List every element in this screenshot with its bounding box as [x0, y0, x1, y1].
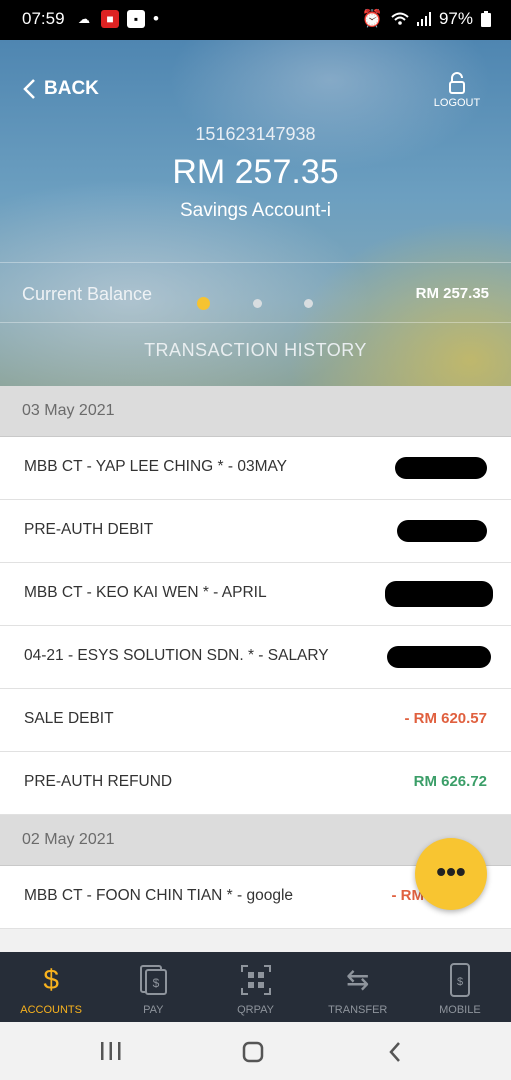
tab-qrpay[interactable]: QRPAY: [204, 952, 306, 1022]
current-balance-value: RM 257.35: [415, 285, 489, 302]
transaction-row[interactable]: SALE DEBIT - RM 620.57: [0, 689, 511, 752]
logout-label: LOGOUT: [433, 97, 481, 109]
transaction-description: PRE-AUTH DEBIT: [24, 521, 154, 538]
chevron-left-icon: [23, 79, 35, 99]
more-notifications-icon: •: [153, 9, 159, 28]
svg-text:$: $: [457, 976, 463, 988]
battery-level: 97%: [438, 9, 473, 28]
tab-transfer[interactable]: ⇆ TRANSFER: [307, 952, 409, 1022]
weather-icon: ☁: [78, 12, 90, 26]
page-dot[interactable]: [304, 299, 313, 308]
alarm-icon: ⏰: [361, 9, 383, 28]
transaction-description: PRE-AUTH REFUND: [24, 773, 173, 790]
notification-bot-icon: ▪: [127, 10, 145, 28]
wifi-icon: [391, 12, 409, 25]
mobile-icon: $: [409, 962, 511, 998]
transaction-row[interactable]: 04-21 - ESYS SOLUTION SDN. * - SALARY: [0, 626, 511, 689]
current-balance-label: Current Balance: [22, 284, 153, 304]
logout-button[interactable]: LOGOUT: [429, 72, 485, 109]
page-indicator[interactable]: [197, 297, 313, 310]
dollar-icon: $: [43, 964, 59, 995]
tab-label: ACCOUNTS: [20, 1004, 82, 1016]
bill-icon: $: [102, 962, 204, 998]
transaction-amount: RM 626.72: [413, 773, 487, 790]
transfer-icon: ⇆: [345, 964, 370, 995]
transaction-row[interactable]: MBB CT - KEO KAI WEN * - APRIL: [0, 563, 511, 626]
more-dots-icon: •••: [436, 856, 466, 887]
back-button[interactable]: BACK: [22, 78, 99, 100]
transaction-history-title: TRANSACTION HISTORY: [144, 340, 367, 360]
transaction-description: MBB CT - FOON CHIN TIAN * - google: [24, 887, 294, 904]
divider: [0, 262, 511, 263]
more-actions-button[interactable]: •••: [415, 838, 487, 910]
recent-apps-icon[interactable]: [100, 1042, 122, 1060]
clock: 07:59: [22, 9, 65, 28]
transaction-row[interactable]: PRE-AUTH REFUND RM 626.72: [0, 752, 511, 815]
back-nav-icon[interactable]: [388, 1041, 402, 1063]
battery-icon: [481, 11, 491, 27]
system-navigation-bar: [0, 1022, 511, 1080]
date-header: 03 May 2021: [0, 386, 511, 437]
tab-pay[interactable]: $ PAY: [102, 952, 204, 1022]
transaction-description: MBB CT - KEO KAI WEN * - APRIL: [24, 584, 267, 601]
tab-label: PAY: [143, 1004, 164, 1016]
tab-label: MOBILE: [439, 1004, 481, 1016]
transaction-description: SALE DEBIT: [24, 710, 114, 727]
home-icon[interactable]: [242, 1041, 264, 1063]
divider: [0, 322, 511, 323]
signal-icon: [416, 12, 431, 26]
qr-icon: [204, 962, 306, 998]
tab-label: TRANSFER: [328, 1004, 388, 1016]
tab-accounts[interactable]: $ ACCOUNTS: [0, 952, 102, 1022]
tab-label: QRPAY: [237, 1004, 274, 1016]
bottom-tab-bar: $ ACCOUNTS $ PAY QRPAY ⇆ TRANSFER $ MOBI…: [0, 952, 511, 1022]
redacted-amount: [395, 457, 487, 479]
status-bar: 07:59 ☁ ■ ▪ • ⏰ 97%: [0, 0, 511, 40]
lock-icon: [449, 72, 465, 94]
tab-mobile[interactable]: $ MOBILE: [409, 952, 511, 1022]
account-type: Savings Account-i: [179, 200, 332, 221]
redacted-amount: [397, 520, 487, 542]
transaction-description: 04-21 - ESYS SOLUTION SDN. * - SALARY: [24, 647, 329, 664]
redacted-amount: [385, 581, 493, 607]
transaction-amount: - RM 620.57: [404, 710, 487, 727]
back-label: BACK: [44, 78, 99, 99]
transaction-row[interactable]: PRE-AUTH DEBIT: [0, 500, 511, 563]
transaction-description: MBB CT - YAP LEE CHING * - 03MAY: [24, 458, 288, 475]
page-dot[interactable]: [253, 299, 262, 308]
account-balance: RM 257.35: [172, 153, 339, 191]
account-header: BACK LOGOUT 151623147938 RM 257.35 Savin…: [0, 40, 511, 386]
transaction-row[interactable]: MBB CT - YAP LEE CHING * - 03MAY: [0, 437, 511, 500]
account-number: 151623147938: [195, 124, 316, 144]
svg-text:$: $: [153, 976, 160, 990]
redacted-amount: [387, 646, 491, 668]
notification-app-icon: ■: [101, 10, 119, 28]
page-dot-active[interactable]: [197, 297, 210, 310]
